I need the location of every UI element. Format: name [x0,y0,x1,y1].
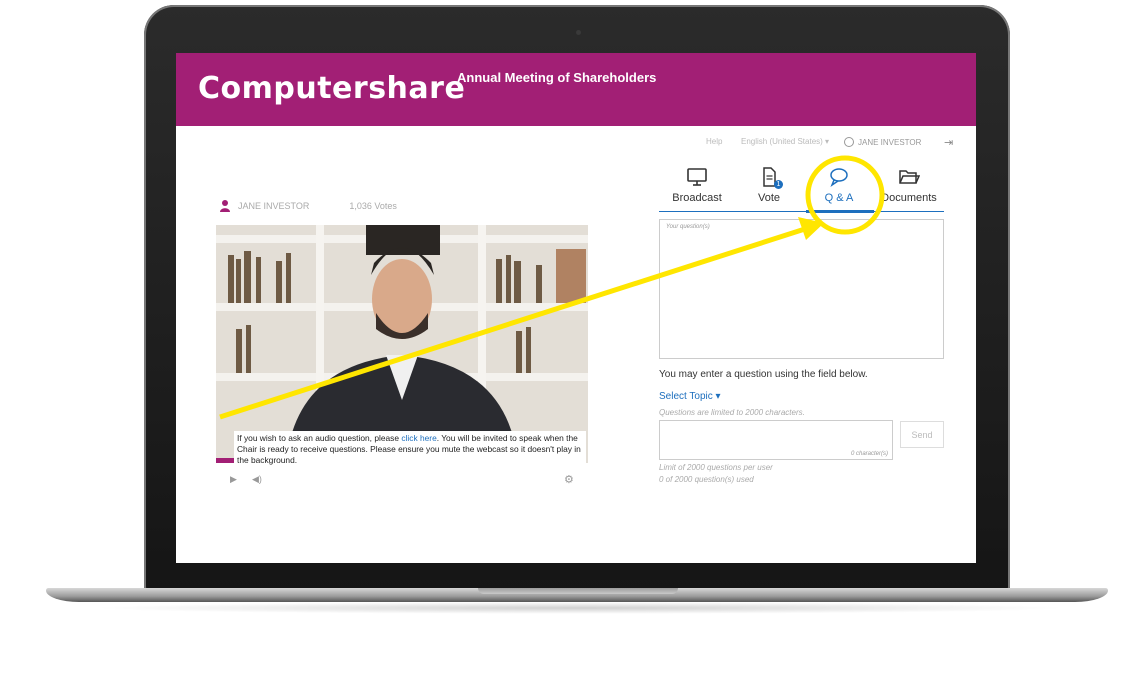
annotation-arrow-line [219,225,809,420]
annotation-overlay [219,155,885,420]
annotation-highlight-circle [805,155,885,235]
